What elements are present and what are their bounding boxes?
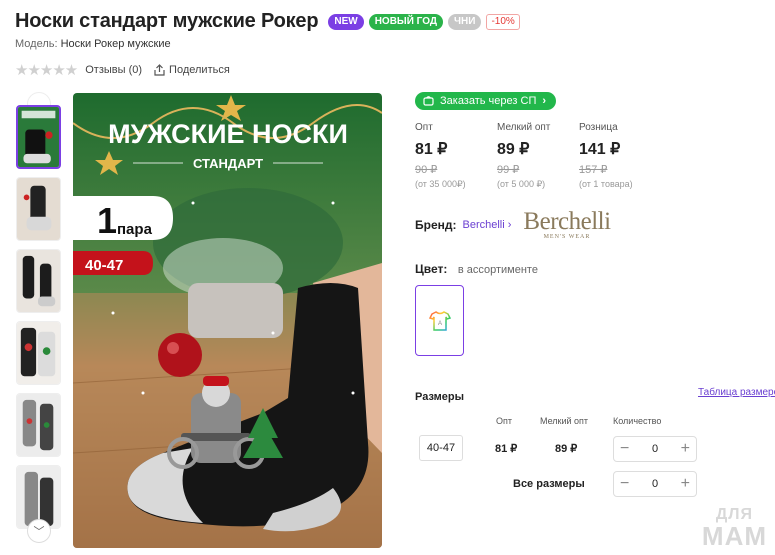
share-icon: [154, 64, 165, 76]
color-row: Цвет: в ассортименте: [415, 260, 538, 278]
header-small-opt: Мелкий опт: [540, 416, 589, 426]
header-qty: Количество: [613, 416, 662, 426]
all-sizes-label: Все размеры: [513, 478, 585, 490]
image-headline: МУЖСКИЕ НОСКИ: [108, 119, 348, 149]
brand-logo-main: Berchelli: [523, 208, 611, 235]
joint-purchase-button[interactable]: Заказать через СП ›: [415, 92, 557, 110]
price-value: 89 ₽: [497, 141, 530, 158]
size-chip: 40-47: [419, 435, 463, 461]
new-year-badge: НОВЫЙ ГОД: [368, 13, 443, 30]
minus-button[interactable]: −: [620, 441, 629, 457]
size-table-link[interactable]: Таблица размеров: [698, 387, 775, 398]
price-old: 90 ₽: [415, 164, 438, 176]
chevron-right-icon: ›: [507, 219, 512, 231]
plus-button[interactable]: +: [681, 476, 690, 492]
watermark-line2: МАМ: [701, 521, 767, 551]
svg-text:A: A: [437, 321, 441, 327]
color-value: в ассортименте: [457, 264, 538, 276]
rating-stars[interactable]: ★★★★★: [15, 61, 78, 79]
price-note: (от 5 000 ₽): [497, 179, 546, 189]
product-info: Заказать через СП › Опт 81 ₽ 90 ₽ (от 35…: [415, 92, 775, 497]
plus-button[interactable]: +: [681, 441, 690, 457]
minus-button[interactable]: −: [620, 476, 629, 492]
size-row-opt-price: 81 ₽: [495, 443, 518, 455]
brand-row: Бренд: Berchelli › Berchelli MEN'S WEAR: [415, 208, 611, 240]
chevron-right-icon: ›: [542, 95, 547, 107]
brand-name: Berchelli: [462, 219, 505, 231]
price-label: Мелкий опт: [497, 122, 551, 133]
watermark: ДЛЯ МАМ: [701, 507, 767, 551]
quantity-value[interactable]: 0: [652, 478, 658, 490]
price-old: 99 ₽: [497, 164, 520, 176]
share-button[interactable]: Поделиться: [154, 64, 230, 76]
quantity-stepper: − 0 +: [613, 436, 697, 462]
main-product-image[interactable]: МУЖСКИЕ НОСКИ СТАНДАРТ 1 пара 40-47: [73, 93, 382, 548]
thumbnail-2[interactable]: [16, 177, 61, 241]
thumbnail-5[interactable]: [16, 393, 61, 457]
color-swatch[interactable]: A: [415, 285, 464, 356]
chni-badge: ЧНИ: [448, 13, 482, 30]
discount-badge: -10%: [486, 13, 520, 30]
thumbnail-1[interactable]: [16, 105, 61, 169]
price-label: Розница: [579, 122, 618, 133]
size-row-small-opt-price: 89 ₽: [555, 443, 578, 455]
joint-purchase-label: Заказать через СП: [440, 95, 537, 107]
price-old: 157 ₽: [579, 164, 608, 176]
all-sizes-quantity-stepper: − 0 +: [613, 471, 697, 497]
brand-logo[interactable]: Berchelli MEN'S WEAR: [523, 208, 611, 240]
product-title: Носки стандарт мужские Рокер: [15, 10, 319, 32]
image-subline: СТАНДАРТ: [193, 156, 263, 171]
price-col-retail: Розница 141 ₽ 157 ₽ (от 1 товара): [579, 122, 661, 190]
brand-link[interactable]: Berchelli ›: [463, 219, 512, 231]
share-label: Поделиться: [169, 64, 230, 76]
price-label: Опт: [415, 122, 433, 133]
header-opt: Опт: [496, 416, 512, 426]
price-note: (от 35 000₽): [415, 179, 466, 189]
price-block: Опт 81 ₽ 90 ₽ (от 35 000₽) Мелкий опт 89…: [415, 122, 661, 190]
color-label: Цвет:: [415, 262, 448, 276]
rating-row: ★★★★★ Отзывы (0) Поделиться: [15, 61, 230, 79]
sizes-label: Размеры: [415, 391, 465, 403]
model-label: Модель:: [15, 38, 58, 50]
model-value: Носки Рокер мужские: [60, 38, 171, 50]
title-row: Носки стандарт мужские Рокер NEW НОВЫЙ Г…: [15, 10, 520, 33]
quantity-value[interactable]: 0: [652, 443, 658, 455]
cart-icon: [423, 96, 434, 106]
sizes-header: Размеры Таблица размеров: [415, 387, 775, 405]
reviews-link[interactable]: Отзывы (0): [85, 64, 142, 76]
price-note: (от 1 товара): [579, 179, 633, 189]
thumbnail-3[interactable]: [16, 249, 61, 313]
pack-count: 1: [97, 200, 117, 241]
thumbnail-strip: ︿ ﹀: [15, 92, 63, 545]
model-line: Модель: Носки Рокер мужские: [15, 38, 171, 50]
new-badge: NEW: [328, 13, 364, 30]
price-value: 141 ₽: [579, 141, 621, 158]
thumbs-down-button[interactable]: ﹀: [27, 519, 51, 543]
pack-word: пара: [117, 221, 153, 238]
brand-label: Бренд:: [415, 218, 457, 232]
price-col-small-opt: Мелкий опт 89 ₽ 99 ₽ (от 5 000 ₽): [497, 122, 579, 190]
tshirt-icon: A: [428, 310, 451, 331]
image-size-tag: 40-47: [85, 257, 123, 274]
price-value: 81 ₽: [415, 141, 448, 158]
thumbnail-4[interactable]: [16, 321, 61, 385]
price-col-opt: Опт 81 ₽ 90 ₽ (от 35 000₽): [415, 122, 497, 190]
chevron-down-icon: ﹀: [33, 526, 45, 538]
